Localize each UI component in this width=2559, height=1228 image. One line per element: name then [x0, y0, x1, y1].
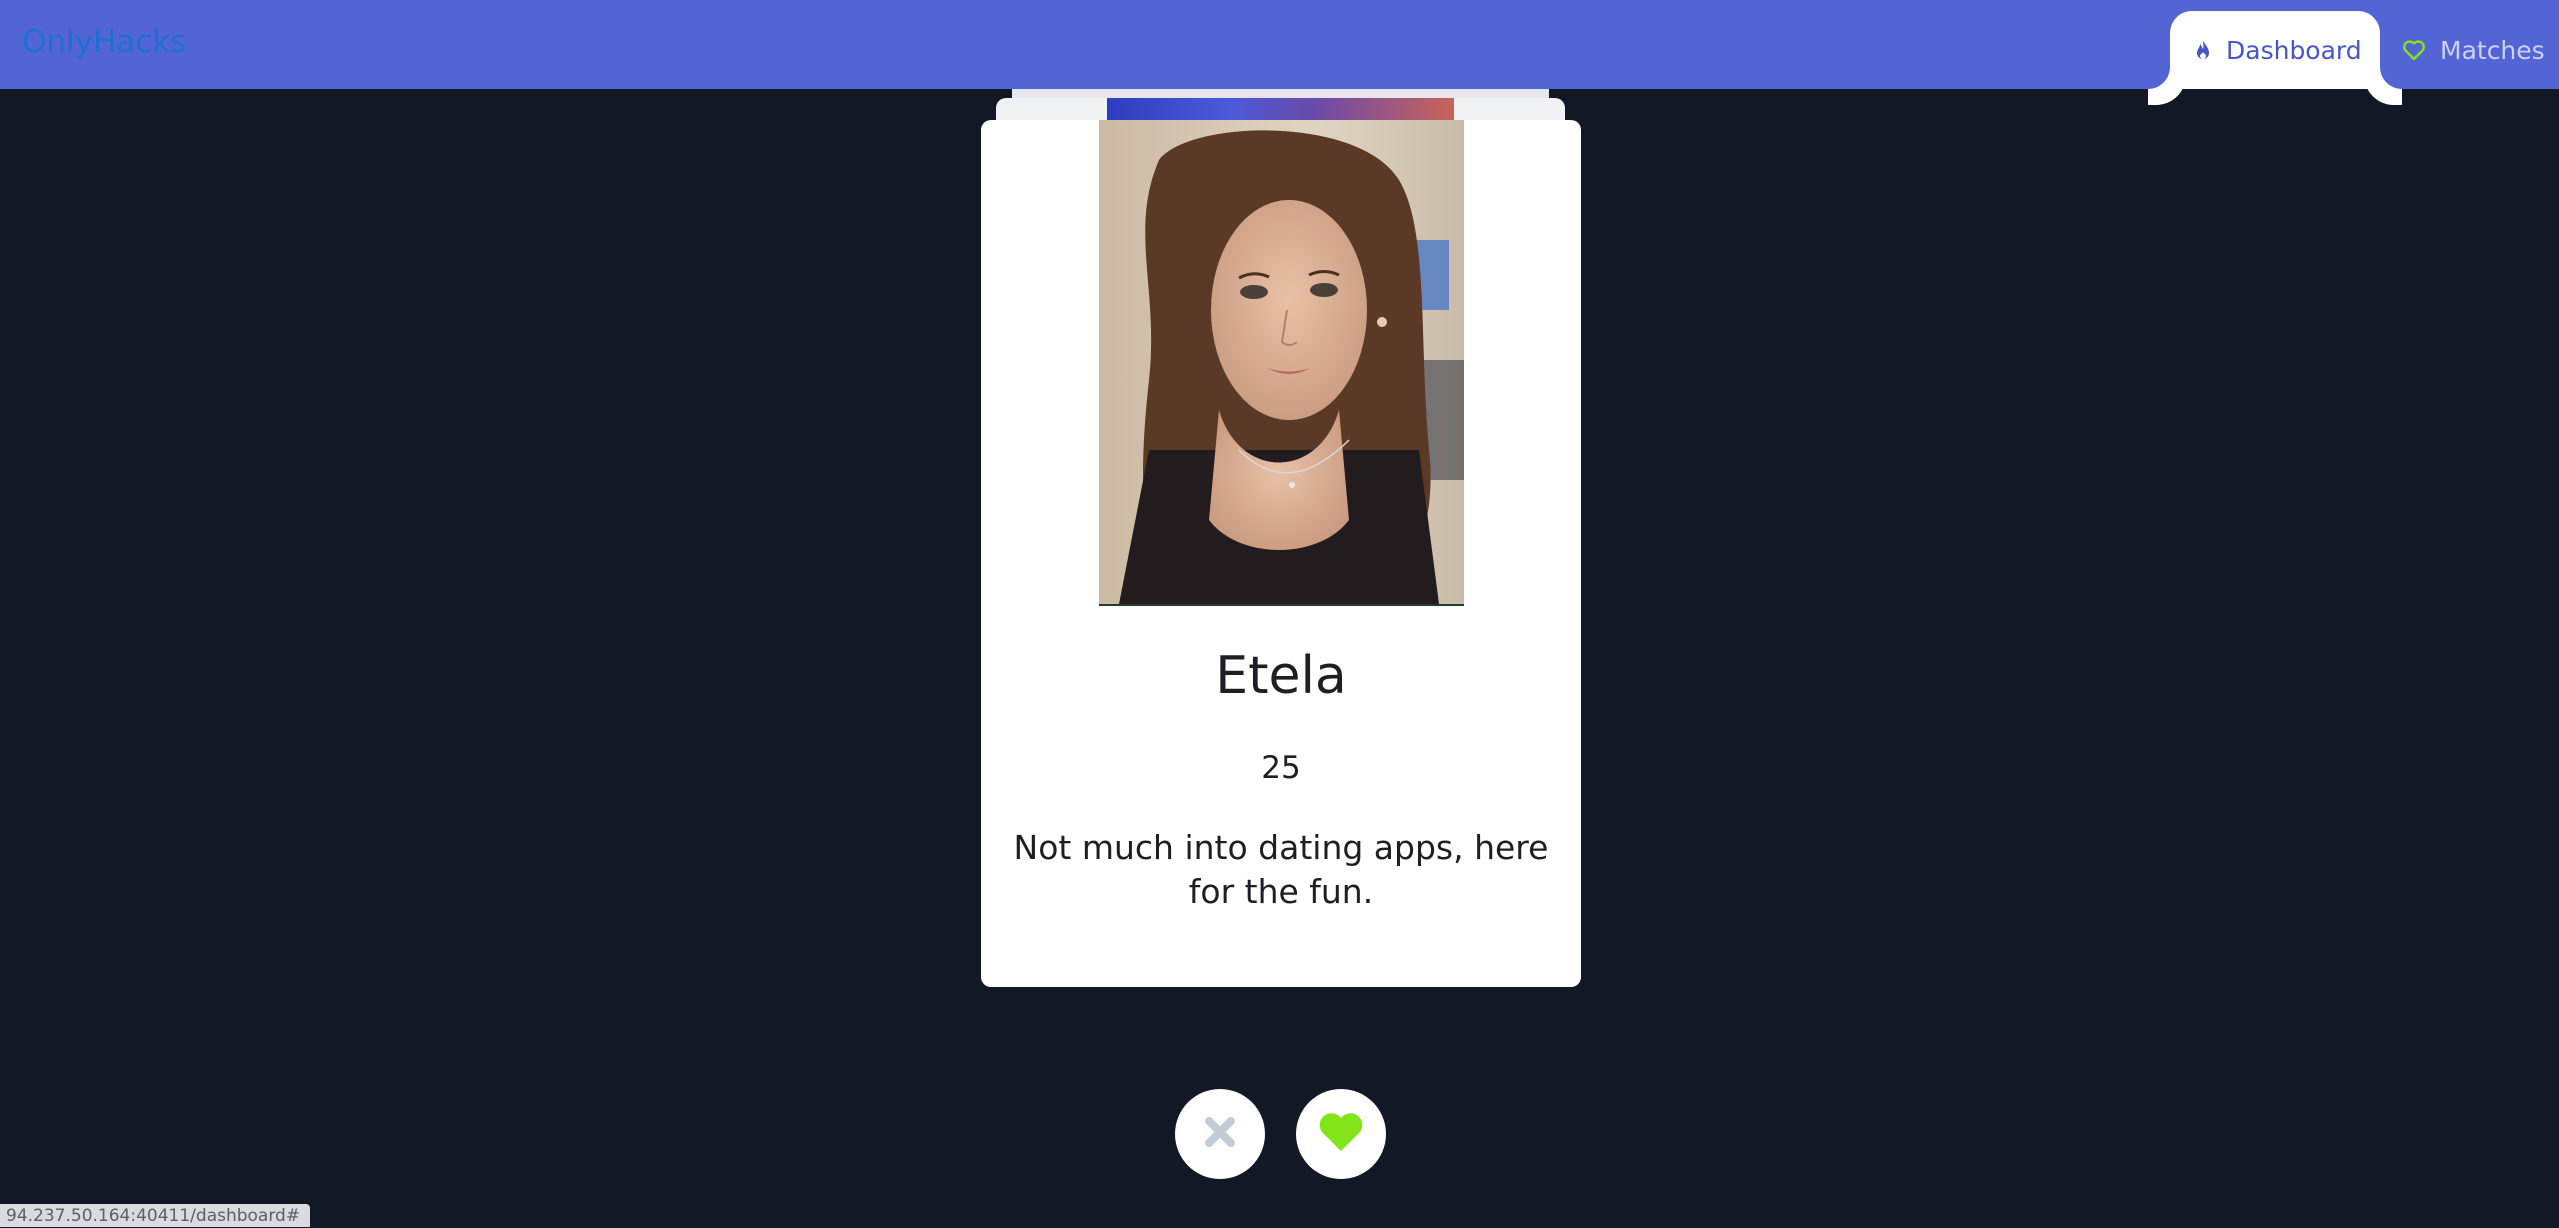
stacked-card-photo-peek: [1107, 98, 1454, 120]
nav-tab-dashboard[interactable]: Dashboard: [2170, 11, 2380, 89]
nav-tab-matches[interactable]: Matches: [2402, 11, 2545, 89]
nav-tab-dashboard-label: Dashboard: [2226, 35, 2362, 65]
nav-tab-matches-label: Matches: [2440, 35, 2545, 65]
profile-photo: [1099, 120, 1464, 606]
profile-name: Etela: [1215, 646, 1347, 706]
profile-age: 25: [1261, 750, 1301, 786]
top-navbar: OnlyHacks Dashboard Matches: [0, 0, 2559, 89]
flame-icon: [2194, 39, 2212, 61]
dislike-button[interactable]: [1175, 1089, 1265, 1179]
heart-icon: [1317, 1111, 1365, 1157]
profile-card[interactable]: Etela 25 Not much into dating apps, here…: [981, 120, 1581, 987]
brand-logo-link[interactable]: OnlyHacks: [22, 22, 186, 62]
profile-bio: Not much into dating apps, here for the …: [1013, 828, 1549, 911]
link-status-bar: 94.237.50.164:40411/dashboard#: [0, 1204, 311, 1227]
x-icon: [1203, 1115, 1237, 1153]
heart-outline-icon: [2402, 39, 2426, 61]
like-button[interactable]: [1296, 1089, 1386, 1179]
